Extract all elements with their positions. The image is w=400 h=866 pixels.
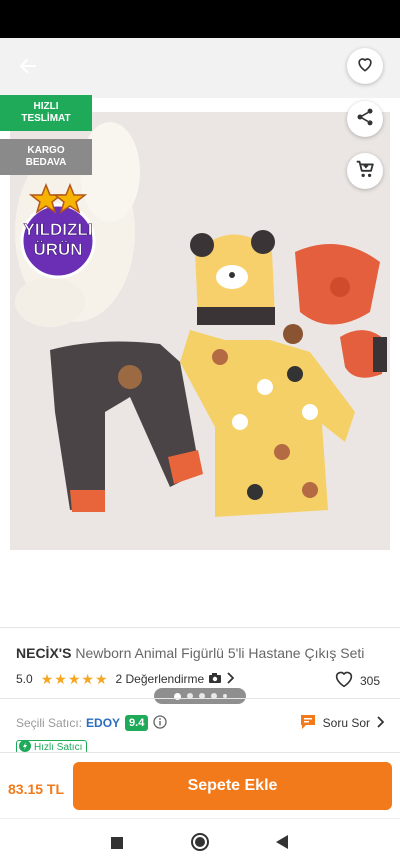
camera-icon [208,672,222,687]
star-icon: ★ [94,671,108,687]
fast-delivery-line2: TESLİMAT [21,113,71,124]
home-icon-inner [195,837,205,847]
star-icon: ★ [81,671,94,687]
fast-delivery-line1: HIZLI [33,101,59,112]
cart-button[interactable] [347,153,383,189]
back-triangle-icon[interactable] [276,835,288,849]
product-name: Newborn Animal Figürlü 5'li Hastane Çıkı… [75,645,365,661]
star-icon: ★ [40,671,54,687]
favorite-count-value: 305 [359,673,380,688]
starred-badge-line1: YILDIZLI [24,220,93,239]
reviews-link[interactable]: 2 Değerlendirme [115,671,235,687]
star-icon: ★ [54,671,67,687]
recent-apps-icon[interactable] [111,837,123,849]
ask-question-label: Soru Sor [322,716,370,730]
share-button[interactable] [347,101,383,137]
divider [0,627,400,628]
arrow-left-icon [18,56,38,81]
favorite-count[interactable]: 305 [334,670,380,691]
info-icon[interactable] [153,714,167,732]
chat-icon [299,714,317,733]
divider [0,698,400,699]
star-icon: ★ [67,671,81,687]
fast-delivery-badge: HIZLI TESLİMAT [0,95,92,131]
rating-value: 5.0 [16,672,33,686]
free-cargo-line1: KARGO [27,145,65,156]
chevron-right-icon [226,671,235,687]
starred-product-badge: YILDIZLI ÜRÜN [10,182,106,279]
rating-row: 5.0 ★ ★ ★ ★ ★ 2 Değerlendirme 305 [16,670,384,688]
favorite-button[interactable] [347,48,383,84]
heart-icon [355,54,375,79]
chevron-right-icon [376,715,385,731]
top-header [0,38,400,98]
price: 83.15 TL [8,781,65,797]
fast-seller-label: Hızlı Satıcı [34,741,83,753]
seller-score: 9.4 [125,715,149,731]
system-nav-bar [0,818,400,866]
brand-name[interactable]: NECİX'S [16,645,71,661]
product-image[interactable] [10,112,390,550]
reviews-label: 2 Değerlendirme [115,672,205,686]
image-pager[interactable] [154,688,246,704]
seller-row: Seçili Satıcı: EDOY 9.4 Soru Sor [16,713,385,733]
status-bar [0,0,400,38]
seller-name[interactable]: EDOY [86,716,120,730]
rating-stars: ★ ★ ★ ★ ★ [41,672,108,686]
heart-outline-icon [334,670,354,691]
back-button[interactable] [12,52,44,84]
starred-badge-line2: ÜRÜN [33,240,82,259]
home-icon[interactable] [191,833,209,851]
product-gallery[interactable] [0,98,400,704]
seller-label: Seçili Satıcı: [16,716,83,730]
free-cargo-line2: BEDAVA [25,157,67,168]
cart-icon [354,158,376,185]
add-to-cart-button[interactable]: Sepete Ekle [73,762,392,810]
ask-question-button[interactable]: Soru Sor [299,713,385,733]
product-title: NECİX'S Newborn Animal Figürlü 5'li Hast… [16,645,396,661]
free-cargo-badge: KARGO BEDAVA [0,139,92,175]
purchase-bar: 83.15 TL Sepete Ekle [0,752,400,818]
share-icon [355,107,375,132]
